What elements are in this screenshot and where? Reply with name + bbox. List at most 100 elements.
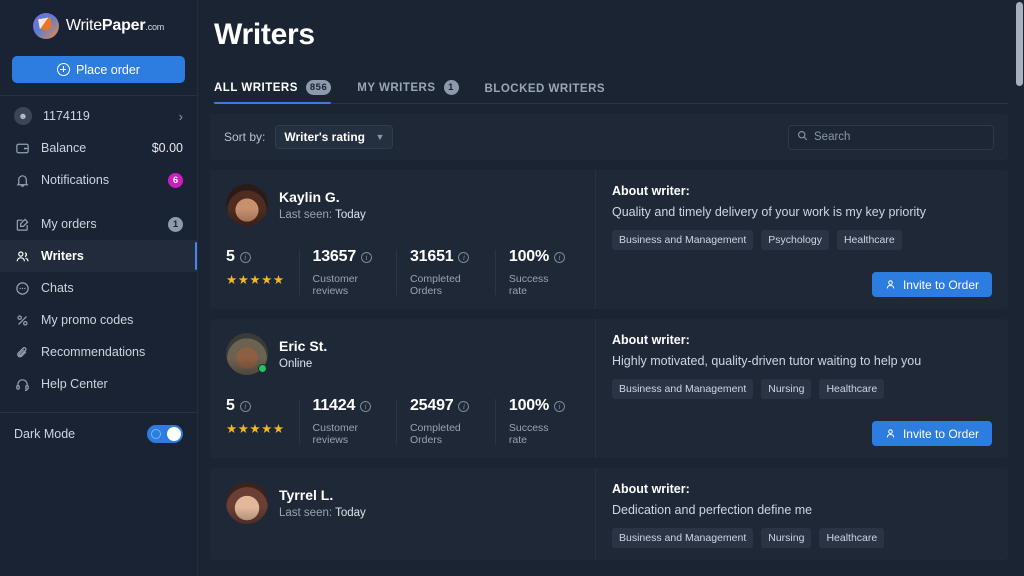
balance-label: Balance: [41, 141, 87, 155]
tab-all-writers[interactable]: ALL WRITERS 856: [214, 80, 332, 104]
wallet-icon: [14, 140, 30, 156]
success-caption: Success rate: [508, 422, 549, 446]
writer-tag: Healthcare: [819, 528, 885, 548]
writer-tag: Psychology: [761, 230, 829, 250]
bell-icon: [14, 172, 30, 188]
sidebar-item-account[interactable]: ☻ 1174119 ›: [0, 100, 197, 132]
writer-card[interactable]: Kaylin G. Last seen: Today 5i ★★★★★ 1365…: [210, 170, 1008, 309]
sidebar-item-my-orders[interactable]: My orders 1: [0, 208, 197, 240]
about-writer-text: Highly motivated, quality-driven tutor w…: [612, 354, 922, 368]
app-root: WritePaper.com Place order ☻ 1174119 › B…: [0, 0, 1024, 576]
writer-header: Eric St. Online: [226, 333, 579, 375]
toggle-knob: [167, 427, 181, 441]
stat-success: 100% i Success rate: [494, 397, 579, 446]
success-caption: Success rate: [508, 273, 549, 297]
about-writer-text: Quality and timely delivery of your work…: [612, 205, 926, 219]
brand-logo[interactable]: WritePaper.com: [0, 0, 197, 48]
page-scrollbar[interactable]: [1015, 0, 1024, 576]
sidebar-item-recommendations[interactable]: Recommendations: [0, 336, 197, 368]
success-value: 100%: [508, 397, 549, 414]
info-icon[interactable]: i: [458, 251, 470, 263]
account-id: 1174119: [43, 109, 90, 123]
info-icon[interactable]: i: [361, 251, 373, 263]
info-icon[interactable]: i: [360, 400, 372, 412]
stat-orders: 31651 i Completed Orders: [395, 248, 495, 297]
scrollbar-thumb[interactable]: [1016, 2, 1023, 86]
sidebar: WritePaper.com Place order ☻ 1174119 › B…: [0, 0, 198, 576]
info-icon[interactable]: i: [554, 251, 565, 263]
chevron-down-icon: ▼: [375, 132, 385, 142]
edit-square-icon: [14, 216, 30, 232]
sidebar-item-notifications[interactable]: Notifications 6: [0, 164, 197, 196]
info-icon[interactable]: i: [239, 251, 251, 263]
sort-by-label: Sort by:: [224, 130, 266, 144]
about-writer-label: About writer:: [612, 333, 690, 347]
sort-select[interactable]: Writer's rating ▼: [275, 125, 394, 149]
chat-icon: [14, 280, 30, 296]
notifications-badge: 6: [168, 172, 183, 188]
headset-icon: [14, 376, 30, 392]
reviews-caption: Customer reviews: [312, 422, 359, 446]
rating-value: 5: [226, 248, 235, 265]
writer-status-value: Today: [335, 209, 366, 221]
search-icon: [797, 130, 808, 144]
sidebar-item-label: My promo codes: [41, 313, 134, 327]
reviews-caption: Customer reviews: [312, 273, 359, 297]
sidebar-item-help-center[interactable]: Help Center: [0, 368, 197, 400]
writer-stats: 5i ★★★★★ 11424 i Customer reviews 25497 i …: [226, 397, 579, 446]
tab-blocked-writers[interactable]: BLOCKED WRITERS: [485, 83, 606, 103]
sidebar-item-label: Recommendations: [41, 345, 146, 359]
paperclip-icon: [14, 344, 30, 360]
rating-stars: ★★★★★: [226, 273, 285, 287]
place-order-label: Place order: [76, 62, 140, 77]
chevron-right-icon: ›: [178, 108, 183, 124]
writer-stats: 5i ★★★★★ 13657 i Customer reviews 31651 i …: [226, 248, 579, 297]
info-icon[interactable]: i: [239, 400, 251, 412]
writer-tag: Healthcare: [836, 230, 902, 250]
dark-mode-toggle[interactable]: [147, 425, 183, 443]
writers-list: Kaylin G. Last seen: Today 5i ★★★★★ 1365…: [210, 170, 1008, 560]
writer-card[interactable]: Tyrrel L. Last seen: Today About writer:…: [210, 468, 1008, 560]
sidebar-item-chats[interactable]: Chats: [0, 272, 197, 304]
my-orders-badge: 1: [168, 216, 183, 232]
success-value: 100%: [508, 248, 549, 265]
invite-label: Invite to Order: [902, 277, 979, 292]
invite-to-order-button[interactable]: Invite to Order: [871, 272, 992, 297]
rating-stars: ★★★★★: [226, 422, 285, 436]
writer-card[interactable]: Eric St. Online 5i ★★★★★ 11424 i Customer…: [210, 319, 1008, 458]
main-content: Writers ALL WRITERS 856 MY WRITERS 1 BLO…: [198, 0, 1024, 576]
notifications-label: Notifications: [41, 173, 110, 187]
orders-caption: Completed Orders: [409, 422, 461, 446]
tab-label: MY WRITERS: [357, 81, 436, 94]
about-writer-label: About writer:: [612, 482, 690, 496]
tab-count-badge: 1: [443, 80, 459, 95]
writer-card-right: About writer: Dedication and perfection …: [596, 468, 1008, 560]
sidebar-item-label: Chats: [41, 281, 74, 295]
writer-status-prefix: Last seen:: [279, 507, 333, 519]
place-order-button[interactable]: Place order: [12, 56, 185, 83]
balance-value: $0.00: [151, 141, 183, 155]
writer-tag: Business and Management: [612, 230, 754, 250]
writer-status-value: Today: [335, 507, 366, 519]
tab-my-writers[interactable]: MY WRITERS 1: [357, 80, 459, 103]
sidebar-item-my-promo-codes[interactable]: My promo codes: [0, 304, 197, 336]
orders-caption: Completed Orders: [409, 273, 461, 297]
writer-status: Last seen: Today: [279, 507, 366, 519]
invite-to-order-button[interactable]: Invite to Order: [871, 421, 992, 446]
sidebar-item-balance[interactable]: Balance $0.00: [0, 132, 197, 164]
brand-name: WritePaper.com: [66, 17, 164, 35]
info-icon[interactable]: i: [458, 400, 470, 412]
writer-card-right: About writer: Highly motivated, quality-…: [596, 319, 1008, 458]
tyrrel-avatar: [226, 482, 268, 524]
percent-icon: [14, 312, 30, 328]
tab-label: BLOCKED WRITERS: [484, 83, 606, 95]
info-icon[interactable]: i: [554, 400, 565, 412]
writer-name: Kaylin G.: [279, 189, 340, 205]
sidebar-item-writers[interactable]: Writers: [0, 240, 197, 272]
stat-reviews: 13657 i Customer reviews: [298, 248, 396, 297]
search-box[interactable]: Search: [788, 124, 994, 150]
writers-icon: [14, 248, 30, 264]
writer-tag: Nursing: [761, 528, 812, 548]
writer-tag: Healthcare: [819, 379, 885, 399]
